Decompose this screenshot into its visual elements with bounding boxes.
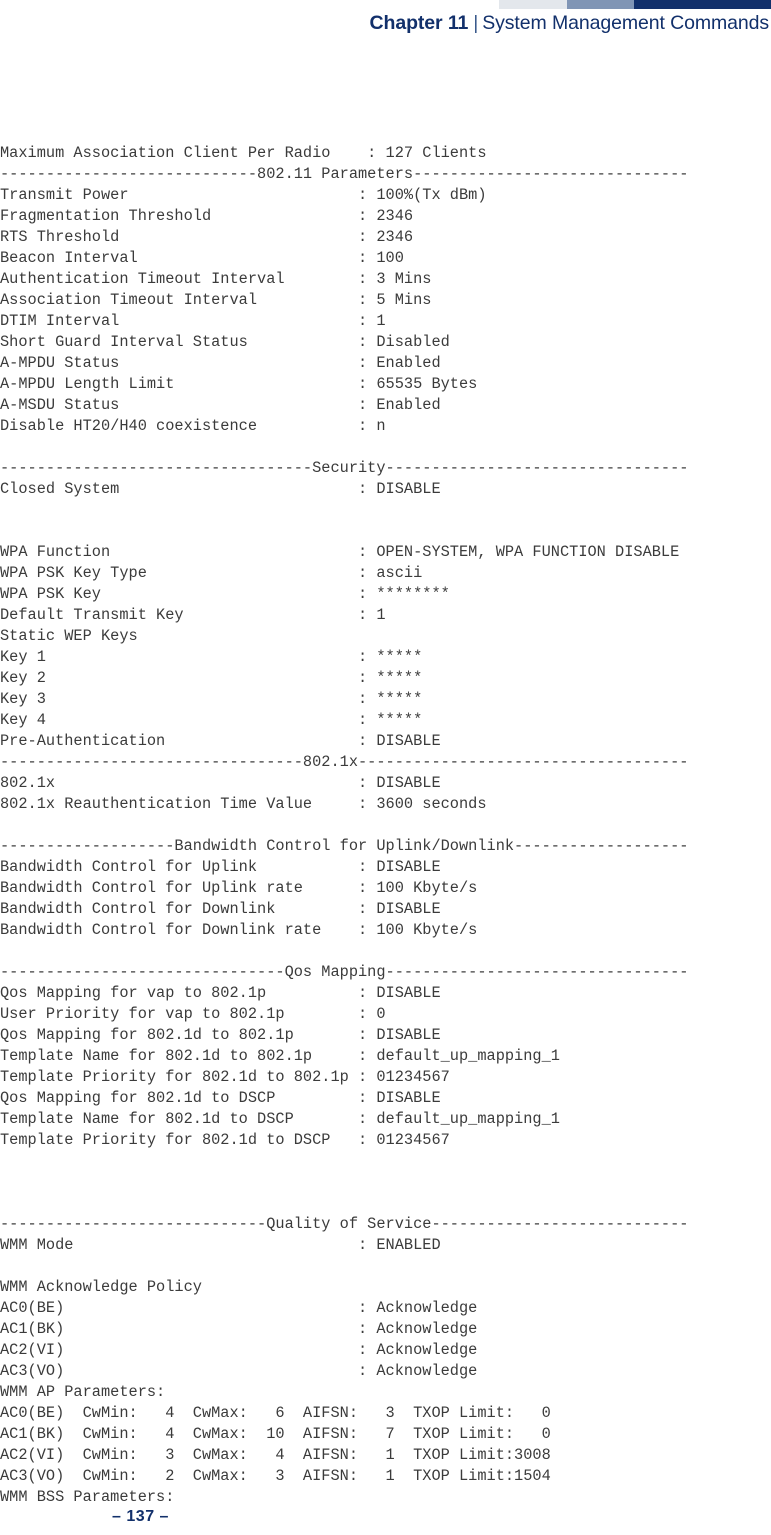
header-block-light bbox=[499, 0, 567, 9]
cli-line: WPA Function : OPEN-SYSTEM, WPA FUNCTION… bbox=[0, 543, 680, 562]
cli-line: Short Guard Interval Status : Disabled bbox=[0, 333, 450, 352]
cli-line: Bandwidth Control for Uplink rate : 100 … bbox=[0, 879, 478, 898]
cli-line: ----------------------------802.11 Param… bbox=[0, 165, 689, 184]
cli-line: A-MSDU Status : Enabled bbox=[0, 396, 441, 415]
header-block-dark bbox=[634, 0, 771, 9]
header-chapter-label: Chapter 11 bbox=[369, 12, 469, 34]
cli-line: AC0(BE) CwMin: 4 CwMax: 6 AIFSN: 3 TXOP … bbox=[0, 1404, 551, 1423]
cli-line: AC3(VO) : Acknowledge bbox=[0, 1362, 478, 1381]
cli-line: AC0(BE) : Acknowledge bbox=[0, 1299, 478, 1318]
cli-line: Fragmentation Threshold : 2346 bbox=[0, 207, 414, 226]
cli-line: Template Priority for 802.1d to DSCP : 0… bbox=[0, 1131, 450, 1150]
header-separator: | bbox=[473, 12, 479, 34]
cli-line: Qos Mapping for 802.1d to DSCP : DISABLE bbox=[0, 1089, 441, 1108]
cli-line: Key 4 : ***** bbox=[0, 711, 423, 730]
cli-line: Key 3 : ***** bbox=[0, 690, 423, 709]
cli-line: A-MPDU Length Limit : 65535 Bytes bbox=[0, 375, 478, 394]
header-title: Chapter 11 | System Management Commands bbox=[369, 9, 770, 37]
cli-line: Template Name for 802.1d to DSCP : defau… bbox=[0, 1110, 560, 1129]
cli-line: Key 2 : ***** bbox=[0, 669, 423, 688]
header-color-blocks bbox=[0, 0, 771, 9]
cli-blank-line bbox=[0, 1256, 771, 1277]
cli-line: User Priority for vap to 802.1p : 0 bbox=[0, 1005, 386, 1024]
cli-line: AC3(VO) CwMin: 2 CwMax: 3 AIFSN: 1 TXOP … bbox=[0, 1467, 551, 1486]
cli-blank-line bbox=[0, 1151, 771, 1172]
cli-line: Closed System : DISABLE bbox=[0, 480, 441, 499]
cli-line: WMM BSS Parameters: bbox=[0, 1488, 175, 1507]
cli-line: Static WEP Keys bbox=[0, 627, 138, 646]
cli-line: DTIM Interval : 1 bbox=[0, 312, 386, 331]
cli-line: Pre-Authentication : DISABLE bbox=[0, 732, 441, 751]
cli-line: RTS Threshold : 2346 bbox=[0, 228, 414, 247]
cli-line: WPA PSK Key : ******** bbox=[0, 585, 450, 604]
header-block-mid bbox=[567, 0, 634, 9]
cli-line: WMM Acknowledge Policy bbox=[0, 1278, 202, 1297]
cli-line: Bandwidth Control for Downlink rate : 10… bbox=[0, 921, 478, 940]
cli-blank-line bbox=[0, 521, 771, 542]
cli-line: Qos Mapping for vap to 802.1p : DISABLE bbox=[0, 984, 441, 1003]
cli-line: 802.1x : DISABLE bbox=[0, 774, 441, 793]
cli-line: Disable HT20/H40 coexistence : n bbox=[0, 417, 386, 436]
cli-line: AC1(BK) CwMin: 4 CwMax: 10 AIFSN: 7 TXOP… bbox=[0, 1425, 551, 1444]
cli-line: Default Transmit Key : 1 bbox=[0, 606, 386, 625]
cli-blank-line bbox=[0, 437, 771, 458]
page-footer: – 137 – bbox=[0, 1508, 771, 1526]
cli-blank-line bbox=[0, 1193, 771, 1214]
cli-line: WMM AP Parameters: bbox=[0, 1383, 166, 1402]
cli-line: ----------------------------------Securi… bbox=[0, 459, 689, 478]
cli-line: Authentication Timeout Interval : 3 Mins bbox=[0, 270, 432, 289]
cli-blank-line bbox=[0, 1172, 771, 1193]
cli-blank-line bbox=[0, 815, 771, 836]
cli-line: Bandwidth Control for Downlink : DISABLE bbox=[0, 900, 441, 919]
cli-line: -------------------Bandwidth Control for… bbox=[0, 837, 689, 856]
cli-line: -----------------------------Quality of … bbox=[0, 1215, 689, 1234]
cli-line: 802.1x Reauthentication Time Value : 360… bbox=[0, 795, 487, 814]
cli-blank-line bbox=[0, 500, 771, 521]
cli-line: Key 1 : ***** bbox=[0, 648, 423, 667]
cli-line: ---------------------------------802.1x-… bbox=[0, 753, 689, 772]
cli-blank-line bbox=[0, 941, 771, 962]
cli-line: AC1(BK) : Acknowledge bbox=[0, 1320, 478, 1339]
cli-line: A-MPDU Status : Enabled bbox=[0, 354, 441, 373]
cli-line: Template Name for 802.1d to 802.1p : def… bbox=[0, 1047, 560, 1066]
cli-line: Transmit Power : 100%(Tx dBm) bbox=[0, 186, 487, 205]
cli-line: Qos Mapping for 802.1d to 802.1p : DISAB… bbox=[0, 1026, 441, 1045]
cli-line: AC2(VI) : Acknowledge bbox=[0, 1341, 478, 1360]
cli-line: AC2(VI) CwMin: 3 CwMax: 4 AIFSN: 1 TXOP … bbox=[0, 1446, 551, 1465]
cli-output-listing: Maximum Association Client Per Radio : 1… bbox=[0, 143, 771, 1508]
cli-line: Association Timeout Interval : 5 Mins bbox=[0, 291, 432, 310]
cli-line: Template Priority for 802.1d to 802.1p :… bbox=[0, 1068, 450, 1087]
cli-line: WPA PSK Key Type : ascii bbox=[0, 564, 423, 583]
page-header: Chapter 11 | System Management Commands bbox=[0, 0, 771, 40]
cli-line: Maximum Association Client Per Radio : 1… bbox=[0, 144, 487, 163]
cli-line: -------------------------------Qos Mappi… bbox=[0, 963, 689, 982]
cli-line: WMM Mode : ENABLED bbox=[0, 1236, 441, 1255]
header-subject-label: System Management Commands bbox=[482, 12, 769, 34]
page-number: – 137 – bbox=[112, 1508, 169, 1525]
cli-line: Bandwidth Control for Uplink : DISABLE bbox=[0, 858, 441, 877]
cli-line: Beacon Interval : 100 bbox=[0, 249, 404, 268]
